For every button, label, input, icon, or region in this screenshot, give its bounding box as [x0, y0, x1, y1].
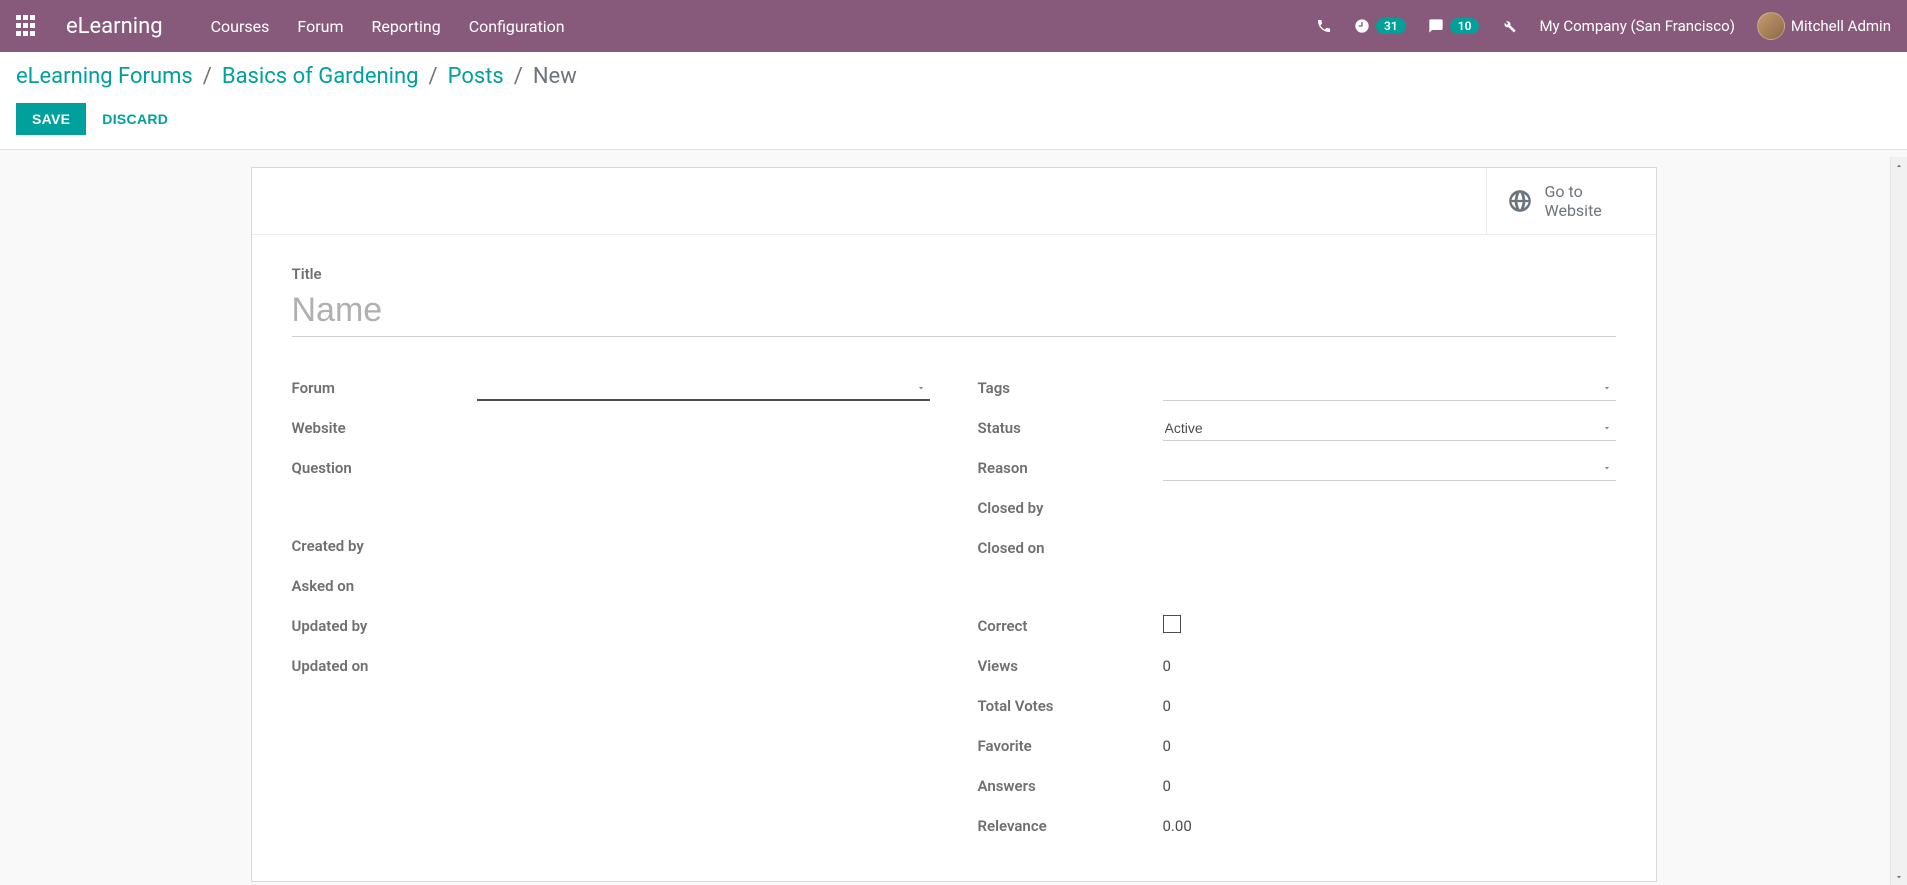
- save-button[interactable]: SAVE: [16, 103, 86, 135]
- reason-label: Reason: [978, 459, 1163, 477]
- forum-input[interactable]: [477, 375, 930, 401]
- answers-label: Answers: [978, 777, 1163, 795]
- relevance-value: 0.00: [1163, 817, 1616, 835]
- favorite-value: 0: [1163, 737, 1616, 755]
- chat-badge: 10: [1450, 18, 1480, 34]
- menu-reporting[interactable]: Reporting: [371, 17, 440, 36]
- relevance-label: Relevance: [978, 817, 1163, 835]
- phone-icon[interactable]: [1316, 18, 1332, 34]
- navbar: eLearning Courses Forum Reporting Config…: [0, 0, 1907, 52]
- globe-icon: [1507, 188, 1533, 214]
- breadcrumb-forums[interactable]: eLearning Forums: [16, 64, 193, 89]
- activity-timer[interactable]: 31: [1354, 18, 1406, 34]
- user-menu[interactable]: Mitchell Admin: [1757, 12, 1891, 40]
- views-value: 0: [1163, 657, 1616, 675]
- menu-configuration[interactable]: Configuration: [469, 17, 565, 36]
- systray: 31 10 My Company (San Francisco) Mitchel…: [1316, 12, 1891, 40]
- control-panel: eLearning Forums / Basics of Gardening /…: [0, 52, 1907, 150]
- tags-label: Tags: [978, 379, 1163, 397]
- closed-on-label: Closed on: [978, 539, 1163, 557]
- timer-badge: 31: [1376, 18, 1406, 34]
- form-sheet: Go to Website Title Forum: [251, 167, 1657, 882]
- scroll-up-icon[interactable]: [1891, 157, 1907, 174]
- company-selector[interactable]: My Company (San Francisco): [1539, 17, 1734, 35]
- breadcrumb-current: New: [533, 64, 577, 89]
- breadcrumb-posts[interactable]: Posts: [448, 64, 504, 89]
- total-votes-label: Total Votes: [978, 697, 1163, 715]
- menu-courses[interactable]: Courses: [211, 17, 270, 36]
- created-by-label: Created by: [292, 537, 477, 555]
- website-label: Website: [292, 419, 477, 437]
- status-select[interactable]: [1163, 416, 1616, 441]
- vertical-scrollbar[interactable]: [1890, 157, 1907, 885]
- updated-by-label: Updated by: [292, 617, 477, 635]
- main-menu: Courses Forum Reporting Configuration: [211, 17, 565, 36]
- answers-value: 0: [1163, 777, 1616, 795]
- breadcrumb: eLearning Forums / Basics of Gardening /…: [16, 64, 1891, 89]
- menu-forum[interactable]: Forum: [297, 17, 343, 36]
- button-box: Go to Website: [252, 168, 1656, 235]
- scroll-down-icon[interactable]: [1891, 868, 1907, 885]
- discard-button[interactable]: DISCARD: [102, 111, 168, 127]
- favorite-label: Favorite: [978, 737, 1163, 755]
- go-to-website-button[interactable]: Go to Website: [1486, 168, 1656, 234]
- avatar: [1757, 12, 1785, 40]
- updated-on-label: Updated on: [292, 657, 477, 675]
- views-label: Views: [978, 657, 1163, 675]
- left-column: Forum Website Question: [292, 373, 930, 841]
- chat-messages[interactable]: 10: [1428, 18, 1480, 34]
- reason-input[interactable]: [1163, 456, 1616, 481]
- status-label: Status: [978, 419, 1163, 437]
- correct-checkbox[interactable]: [1163, 615, 1181, 633]
- title-label: Title: [292, 265, 1616, 283]
- tags-input[interactable]: [1163, 376, 1616, 401]
- breadcrumb-basics[interactable]: Basics of Gardening: [222, 64, 419, 89]
- content-area: Go to Website Title Forum: [0, 157, 1907, 885]
- question-label: Question: [292, 459, 477, 477]
- user-name: Mitchell Admin: [1791, 17, 1891, 35]
- correct-label: Correct: [978, 617, 1163, 635]
- apps-icon[interactable]: [16, 15, 38, 37]
- forum-label: Forum: [292, 379, 477, 397]
- company-name: My Company (San Francisco): [1539, 17, 1734, 35]
- brand[interactable]: eLearning: [66, 14, 163, 39]
- total-votes-value: 0: [1163, 697, 1616, 715]
- right-column: Tags Status: [978, 373, 1616, 841]
- go-website-line2: Website: [1545, 201, 1602, 220]
- asked-on-label: Asked on: [292, 577, 477, 595]
- closed-by-label: Closed by: [978, 499, 1163, 517]
- title-input[interactable]: [292, 287, 1616, 337]
- go-website-line1: Go to: [1545, 182, 1602, 201]
- debug-icon[interactable]: [1501, 18, 1517, 34]
